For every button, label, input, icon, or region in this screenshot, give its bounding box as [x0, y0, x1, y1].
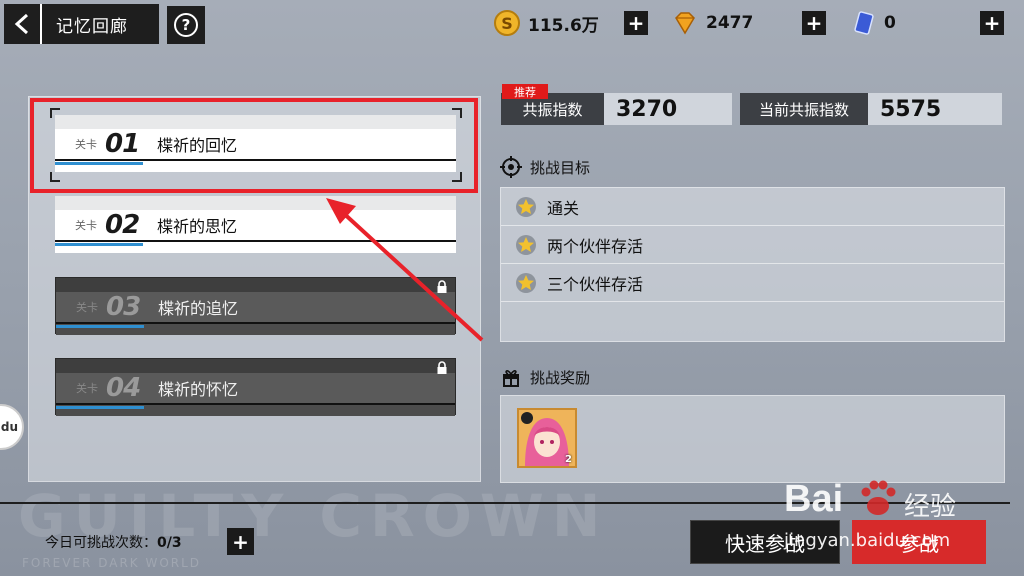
gold-value: 115.6万: [528, 15, 599, 36]
stage-number: 03: [106, 292, 141, 322]
add-gold-button[interactable]: +: [624, 11, 648, 35]
ticket-value: 0: [884, 13, 896, 33]
star-icon: [516, 196, 536, 217]
watermark-brand: Bai: [784, 478, 844, 520]
ticket-resource: 0 +: [852, 9, 1004, 37]
back-button[interactable]: 记忆回廊: [4, 4, 159, 44]
page-title: 记忆回廊: [56, 16, 128, 37]
star-icon: [516, 272, 536, 293]
game-logo-subtitle: FOREVER DARK WORLD: [22, 556, 202, 570]
stage-name: 楪祈的追忆: [158, 299, 239, 318]
rewards-panel: 2: [500, 395, 1005, 483]
attempts-value: 0/3: [157, 535, 182, 551]
quick-battle-button[interactable]: 快速参战: [690, 520, 840, 564]
question-icon: ?: [174, 13, 198, 37]
diamond-value: 2477: [706, 13, 754, 33]
gold-resource: S 115.6万 +: [494, 9, 648, 37]
lock-icon: [437, 361, 447, 374]
add-ticket-button[interactable]: +: [980, 11, 1004, 35]
stage-tag: 关卡: [76, 382, 98, 395]
annotation-arrow-icon: [326, 198, 484, 342]
join-battle-button[interactable]: 参战: [852, 520, 986, 564]
goal-item: 两个伙伴存活: [501, 226, 1004, 264]
highlight-box: [30, 98, 478, 193]
stage-number: 04: [106, 373, 141, 403]
goals-panel: 通关 两个伙伴存活 三个伙伴存活: [500, 187, 1005, 342]
add-diamond-button[interactable]: +: [802, 11, 826, 35]
top-bar: 记忆回廊 ? S 115.6万 + 2477 + 0 +: [0, 0, 1024, 48]
stage-04[interactable]: 关卡 04 楪祈的怀忆: [55, 358, 456, 416]
stage-underline: [56, 406, 144, 409]
current-resonance-value: 5575: [868, 93, 1002, 125]
gold-coin-icon: S: [494, 10, 520, 36]
ticket-card-icon: [854, 11, 874, 35]
stage-tag: 关卡: [76, 301, 98, 314]
stage-underline: [55, 243, 143, 246]
recommended-badge: 推荐: [502, 84, 548, 99]
watermark-suffix: 经验: [904, 492, 957, 522]
current-resonance-label: 当前共振指数: [740, 93, 868, 125]
goals-title: 挑战目标: [500, 156, 590, 178]
divider: [0, 502, 1010, 504]
stage-name: 楪祈的怀忆: [158, 380, 239, 399]
attempts-text: 今日可挑战次数：0/3: [45, 532, 182, 552]
recommended-resonance-value: 3270: [604, 93, 732, 125]
rewards-title: 挑战奖励: [500, 366, 590, 388]
goal-item: 通关: [501, 188, 1004, 226]
stage-name: 楪祈的思忆: [157, 217, 238, 236]
add-attempts-button[interactable]: +: [227, 528, 254, 555]
attempts-label: 今日可挑战次数：: [45, 535, 157, 551]
stage-number: 02: [105, 210, 140, 240]
help-button[interactable]: ?: [167, 6, 205, 44]
target-icon: [500, 156, 522, 178]
stage-underline: [56, 325, 144, 328]
diamond-resource: 2477 +: [672, 9, 826, 37]
side-float-button[interactable]: du: [0, 404, 24, 450]
svg-text:?: ?: [182, 16, 191, 34]
star-icon: [516, 234, 536, 255]
goal-item: 三个伙伴存活: [501, 264, 1004, 302]
reward-item[interactable]: 2: [517, 408, 577, 468]
chevron-left-icon: [4, 4, 42, 44]
svg-text:S: S: [501, 14, 513, 33]
stage-tag: 关卡: [75, 219, 97, 232]
diamond-icon: [675, 12, 695, 35]
gift-icon: [503, 370, 519, 387]
reward-count: 2: [565, 454, 572, 465]
